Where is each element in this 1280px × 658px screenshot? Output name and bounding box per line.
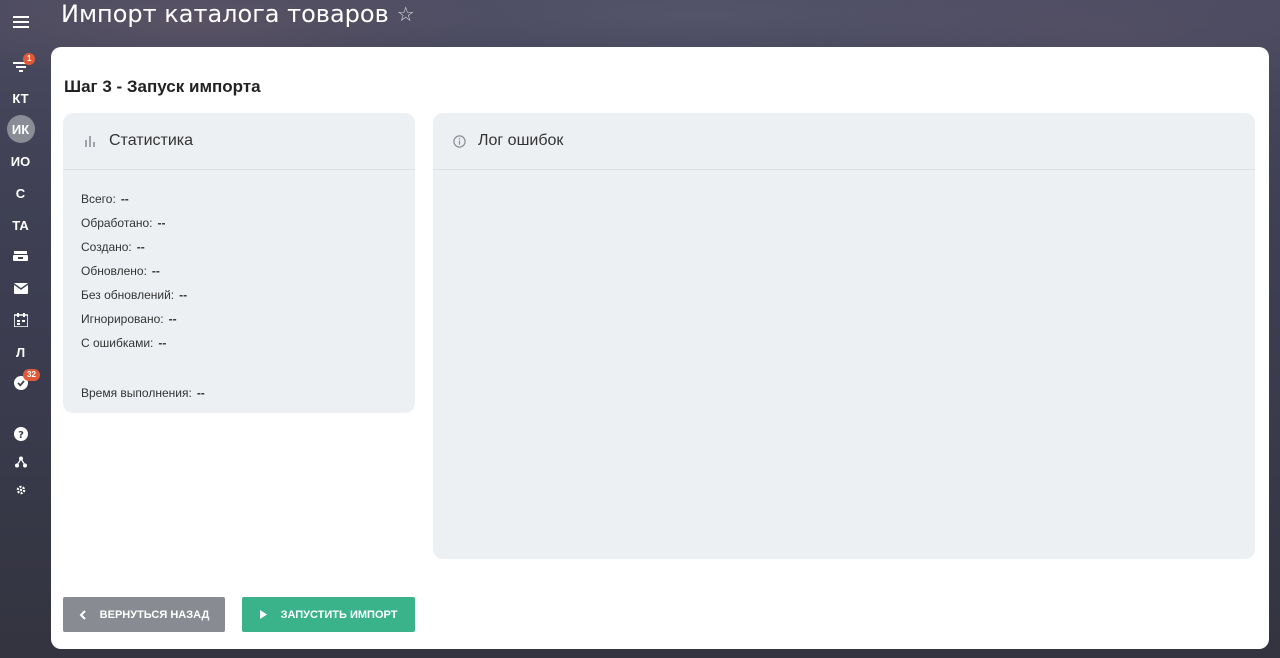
stat-row-unchanged: Без обновлений: -- xyxy=(81,283,397,307)
run-import-button-label: Запустить импорт xyxy=(280,608,398,621)
stat-row-errors: С ошибками: -- xyxy=(81,331,397,355)
menu-button[interactable] xyxy=(0,8,41,36)
sidebar-item-ta[interactable]: ТА xyxy=(0,211,41,239)
sidebar-item-label: С xyxy=(15,185,26,201)
stat-value: -- xyxy=(151,264,160,278)
gear-icon xyxy=(16,485,25,495)
help-icon: ? xyxy=(13,427,28,441)
stats-panel-header: Статистика xyxy=(63,113,415,170)
error-log-header: Лог ошибок xyxy=(433,113,1255,170)
stat-row-updated: Обновлено: -- xyxy=(81,259,397,283)
stat-row-total: Всего: -- xyxy=(81,187,397,211)
notification-badge: 32 xyxy=(23,369,40,381)
stat-label: Без обновлений: xyxy=(81,288,175,302)
play-icon xyxy=(259,610,267,619)
stat-label: Обработано: xyxy=(81,216,153,230)
stats-panel: Статистика Всего: -- Обработано: -- Создан… xyxy=(63,113,415,413)
sidebar-item-label: ИК xyxy=(6,115,35,143)
inbox-icon xyxy=(13,251,28,261)
svg-text:?: ? xyxy=(18,430,24,441)
page-title-text: Импорт каталога товаров xyxy=(61,0,389,28)
step-title: Шаг 3 - Запуск импорта xyxy=(64,77,261,96)
mail-icon xyxy=(13,282,28,294)
stat-value: -- xyxy=(136,240,145,254)
stats-list: Всего: -- Обработано: -- Создано: -- Обновл… xyxy=(63,170,415,422)
sidebar-item-label: КТ xyxy=(12,90,29,106)
stat-label: Время выполнения: xyxy=(81,386,192,400)
stat-row-processed: Обработано: -- xyxy=(81,211,397,235)
stat-value: -- xyxy=(168,312,177,326)
info-icon xyxy=(453,134,466,148)
stat-row-time: Время выполнения: -- xyxy=(81,381,397,405)
sidebar-item-label: ТА xyxy=(12,217,29,233)
menu-icon xyxy=(12,16,29,28)
notification-badge: 1 xyxy=(23,53,36,65)
stat-value: -- xyxy=(196,386,205,400)
page-title: Импорт каталога товаров ☆ xyxy=(61,0,415,28)
bar-chart-icon xyxy=(85,136,95,147)
stat-label: Создано: xyxy=(81,240,132,254)
stat-row-created: Создано: -- xyxy=(81,235,397,259)
sidebar-item-calendar[interactable] xyxy=(0,306,41,334)
back-button-label: Вернуться назад xyxy=(99,608,210,621)
stat-value: -- xyxy=(120,192,129,206)
main-card: Шаг 3 - Запуск импорта Статистика Всего:… xyxy=(51,47,1269,649)
structure-icon xyxy=(14,456,27,468)
stat-row-ignored: Игнорировано: -- xyxy=(81,307,397,331)
sidebar-item-structure[interactable] xyxy=(0,448,41,476)
sidebar-item-filter[interactable]: 1 xyxy=(0,53,41,81)
sidebar-item-label: Л xyxy=(15,344,26,360)
stat-label: Обновлено: xyxy=(81,264,147,278)
sidebar-item-kt[interactable]: КТ xyxy=(0,84,41,112)
stat-label: С ошибками: xyxy=(81,336,154,350)
sidebar-item-inbox[interactable] xyxy=(0,242,41,270)
star-icon[interactable]: ☆ xyxy=(397,0,415,28)
error-log-panel: Лог ошибок xyxy=(433,113,1255,559)
chevron-left-icon xyxy=(79,609,86,620)
sidebar: 1 КТ ИК ИО С ТА Л 32 ? xyxy=(0,0,41,658)
sidebar-item-io[interactable]: ИО xyxy=(0,147,41,175)
sidebar-item-tasks[interactable]: 32 xyxy=(0,369,41,397)
stat-value: -- xyxy=(157,216,166,230)
stat-label: Всего: xyxy=(81,192,116,206)
sidebar-item-l[interactable]: Л xyxy=(0,338,41,366)
sidebar-item-label: ИО xyxy=(10,153,31,169)
sidebar-item-mail[interactable] xyxy=(0,274,41,302)
stat-label: Игнорировано: xyxy=(81,312,164,326)
sidebar-item-settings[interactable] xyxy=(0,476,41,504)
sidebar-item-ik[interactable]: ИК xyxy=(0,115,41,143)
sidebar-item-help[interactable]: ? xyxy=(0,420,41,448)
sidebar-item-s[interactable]: С xyxy=(0,179,41,207)
calendar-icon xyxy=(13,313,28,327)
run-import-button[interactable]: Запустить импорт xyxy=(242,597,415,632)
stats-title: Статистика xyxy=(109,132,194,149)
back-button[interactable]: Вернуться назад xyxy=(63,597,225,632)
stat-value: -- xyxy=(158,336,167,350)
stat-value: -- xyxy=(179,288,188,302)
error-log-title: Лог ошибок xyxy=(478,132,564,149)
